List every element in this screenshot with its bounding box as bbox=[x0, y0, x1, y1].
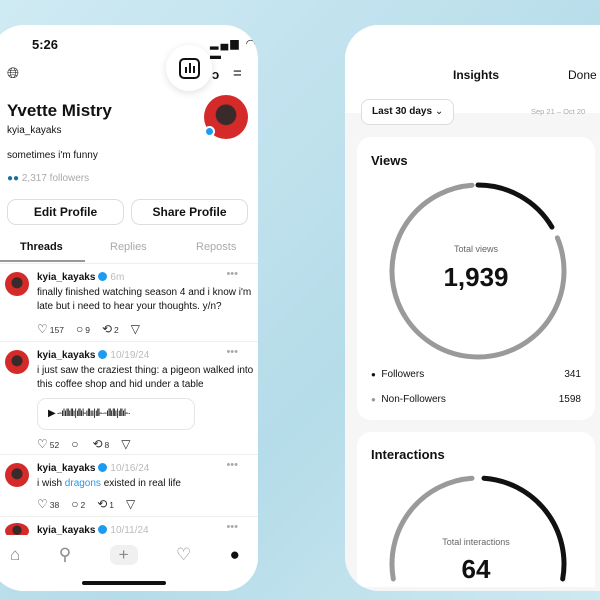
done-button[interactable]: Done bbox=[568, 68, 597, 82]
post-link[interactable]: dragons bbox=[65, 478, 101, 489]
like-button[interactable]: ♡ 38 bbox=[37, 497, 59, 511]
tab-replies[interactable]: Replies bbox=[110, 241, 147, 253]
insights-title: Insights bbox=[453, 68, 500, 82]
post-text: i wish dragons existed in real life bbox=[37, 478, 181, 489]
tab-reposts[interactable]: Reposts bbox=[196, 241, 236, 253]
legend-non-followers: ● Non-Followers 1598 bbox=[371, 394, 581, 405]
share-profile-button[interactable]: Share Profile bbox=[131, 199, 248, 225]
instagram-icon[interactable]: ↄ bbox=[212, 67, 219, 82]
followers-arc bbox=[475, 182, 555, 230]
post-avatar bbox=[5, 272, 29, 296]
post-avatar bbox=[5, 463, 29, 487]
views-card: Views Total views 1,939 ● Followers 341 ●… bbox=[357, 137, 595, 420]
post-header: kyia_kayaks 10/19/24 bbox=[37, 350, 150, 361]
post-header: kyia_kayaks 10/16/24 bbox=[37, 463, 150, 474]
profile-name: Yvette Mistry bbox=[7, 101, 112, 120]
thread-post[interactable]: kyia_kayaks 10/16/24 ••• i wish dragons e… bbox=[0, 454, 258, 516]
audio-player[interactable]: ▶ ·-ılıllıllı|ıllıl-ıllıı|ıll-·-ıllıllı|… bbox=[37, 398, 195, 430]
post-text: finally finished watching season 4 and i… bbox=[37, 287, 252, 312]
more-icon[interactable]: ••• bbox=[226, 521, 238, 533]
menu-icon[interactable]: = bbox=[233, 65, 242, 82]
post-text: i just saw the craziest thing: a pigeon … bbox=[37, 365, 254, 390]
tab-threads[interactable]: Threads bbox=[20, 241, 63, 253]
date-range-text: Sep 21 – Oct 20 bbox=[531, 107, 586, 116]
heart-icon[interactable]: ♡ bbox=[176, 545, 191, 565]
followers-text: 2,317 followers bbox=[21, 173, 90, 184]
interactions-card: Interactions Total interactions 64 bbox=[357, 432, 595, 587]
legend-followers: ● Followers 341 bbox=[371, 369, 581, 380]
home-icon[interactable]: ⌂ bbox=[10, 545, 20, 565]
bottom-nav-items: ⌂ ⚲ + ♡ ● bbox=[10, 545, 240, 565]
comment-button[interactable]: ○ bbox=[71, 437, 80, 451]
insights-button[interactable] bbox=[166, 45, 212, 91]
like-button[interactable]: ♡ 52 bbox=[37, 437, 59, 451]
thread-post[interactable]: kyia_kayaks 10/19/24 ••• i just saw the c… bbox=[0, 341, 258, 454]
post-avatar bbox=[5, 350, 29, 374]
thread-post[interactable]: kyia_kayaks 6m ••• finally finished watch… bbox=[0, 263, 258, 341]
post-header: kyia_kayaks 6m bbox=[37, 272, 125, 283]
share-icon[interactable]: ▽ bbox=[126, 497, 135, 511]
comment-button[interactable]: ○ 9 bbox=[76, 322, 90, 336]
share-icon[interactable]: ▽ bbox=[121, 437, 130, 451]
home-indicator bbox=[82, 581, 166, 585]
total-interactions-label: Total interactions bbox=[442, 537, 510, 547]
more-icon[interactable]: ••• bbox=[226, 268, 238, 280]
share-icon[interactable]: ▽ bbox=[131, 322, 140, 336]
status-icons: ▂▄▆ ◠ ▬ bbox=[210, 38, 258, 62]
profile-icon[interactable]: ● bbox=[230, 545, 240, 565]
profile-bio: sometimes i'm funny bbox=[7, 150, 98, 161]
repost-button[interactable]: ⟲ 1 bbox=[97, 497, 114, 511]
profile-phone: 5:26 ▂▄▆ ◠ ▬ 🌐︎ ↄ = Yvette Mistry kyia_k… bbox=[0, 25, 258, 591]
like-button[interactable]: ♡ 157 bbox=[37, 322, 64, 336]
repost-button[interactable]: ⟲ 8 bbox=[92, 437, 109, 451]
total-views-label: Total views bbox=[453, 244, 498, 254]
verified-badge bbox=[204, 126, 215, 137]
profile-handle: kyia_kayaks bbox=[7, 125, 62, 136]
insights-phone: 5:26 ▂▄▆ ◠ ▬ Insights Done Last 30 days … bbox=[345, 25, 600, 591]
repost-button[interactable]: ⟲ 2 bbox=[102, 322, 119, 336]
total-views-value: 1,939 bbox=[443, 262, 509, 292]
tab-indicator bbox=[0, 260, 85, 262]
post-actions: ♡ 38 ○ 2 ⟲ 1 ▽ bbox=[37, 497, 137, 511]
date-range-dropdown[interactable]: Last 30 days ⌄ bbox=[361, 99, 455, 125]
globe-icon[interactable]: 🌐︎ bbox=[7, 65, 19, 82]
bar-chart-icon bbox=[179, 58, 200, 79]
compose-icon[interactable]: + bbox=[109, 545, 138, 565]
more-icon[interactable]: ••• bbox=[226, 346, 238, 358]
views-title: Views bbox=[371, 153, 408, 168]
post-actions: ♡ 52 ○ ⟲ 8 ▽ bbox=[37, 437, 133, 451]
interactions-title: Interactions bbox=[371, 447, 445, 462]
more-icon[interactable]: ••• bbox=[226, 459, 238, 471]
total-interactions-value: 64 bbox=[461, 554, 491, 584]
status-time: 5:26 bbox=[32, 37, 59, 52]
search-icon[interactable]: ⚲ bbox=[59, 545, 71, 565]
post-actions: ♡ 157 ○ 9 ⟲ 2 ▽ bbox=[37, 322, 142, 336]
comment-button[interactable]: ○ 2 bbox=[71, 497, 85, 511]
edit-profile-button[interactable]: Edit Profile bbox=[7, 199, 124, 225]
followers-count[interactable]: ●● 2,317 followers bbox=[7, 173, 89, 184]
chevron-down-icon: ⌄ bbox=[434, 106, 444, 117]
